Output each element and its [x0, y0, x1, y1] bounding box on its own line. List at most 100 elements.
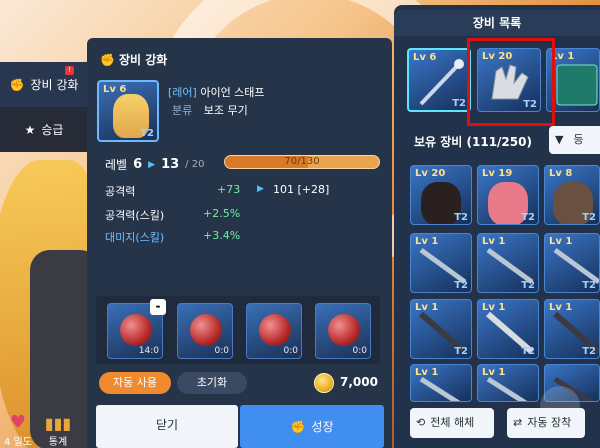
close-button[interactable]: 닫기 [96, 405, 238, 448]
item-level: Lv 1 [415, 367, 439, 378]
item-category: 분류 보조 무기 [172, 102, 248, 118]
fist-icon: ✊ [290, 419, 306, 434]
selected-item-thumbnail: Lv 6 T2 [97, 80, 159, 142]
equipment-slot[interactable]: Lv 19 T2 [477, 165, 539, 225]
item-tier: T2 [140, 128, 154, 139]
arrow-right-icon: ▶ [148, 159, 156, 170]
remove-material-button[interactable]: - [150, 299, 166, 315]
item-tier: T2 [454, 346, 468, 357]
selection-highlight-box [467, 38, 555, 126]
stat-row-attack: 공격력 +73 ▶ 101 [+28] [105, 183, 385, 198]
enhance-orb-icon [190, 314, 222, 346]
material-count: 0:0 [214, 346, 229, 356]
dismantle-all-button[interactable]: ⟲ 전체 해체 [410, 408, 494, 438]
notification-badge: ! [65, 66, 74, 75]
level-label: 레벨 [105, 158, 128, 172]
side-nav-label: 승급 [41, 123, 64, 137]
sort-label: 등 [573, 133, 584, 146]
side-nav-item-enhance[interactable]: ✊ 장비 강화 ! [0, 62, 88, 107]
stat-label: 공격력(스킬) [105, 209, 165, 222]
dismantle-all-label: 전체 해체 [430, 416, 475, 429]
stats-button[interactable]: ▮▮▮ 통계 [40, 414, 76, 448]
panel-title: ✊ 장비 강화 [100, 51, 167, 68]
item-name: [레어] 아이언 스태프 [168, 84, 265, 100]
level-current: 6 [133, 157, 143, 172]
item-tier: T2 [521, 212, 535, 223]
gold-coin-icon [314, 373, 334, 393]
equipment-slot[interactable]: Lv 1 T2 [410, 233, 472, 293]
item-tier: T2 [521, 280, 535, 291]
item-tier: T2 [582, 212, 596, 223]
chevron-down-icon: ▼ [555, 133, 564, 146]
panel-title-text: 장비 강화 [118, 53, 168, 67]
enhance-orb-icon [120, 314, 152, 346]
item-tier: T2 [452, 98, 466, 109]
auto-equip-button[interactable]: ⇄ 자동 장착 [507, 408, 585, 438]
xp-bar: 70/130 [224, 155, 380, 169]
side-nav-label: 장비 강화 [30, 78, 79, 92]
equipment-list-title: 장비 목록 [394, 10, 600, 36]
auto-use-button[interactable]: 자동 사용 [99, 372, 171, 394]
equipment-slot[interactable]: Lv 8 T2 [544, 165, 600, 225]
enhance-orb-icon [259, 314, 291, 346]
density-label: 4 밀도 [4, 437, 32, 448]
enhance-cost: 7,000 [340, 375, 378, 389]
grow-button[interactable]: ✊ 성장 [240, 405, 384, 448]
fist-icon: ✊ [9, 77, 25, 92]
stats-label: 통계 [48, 437, 68, 448]
item-level: Lv 8 [549, 168, 573, 179]
auto-equip-label: 자동 장착 [527, 416, 572, 429]
reset-button[interactable]: 초기화 [177, 372, 247, 394]
equipment-slot[interactable]: Lv 1 T2 [477, 299, 539, 359]
grow-button-label: 성장 [311, 419, 334, 434]
stat-row-skill-damage: 대미지(스킬) +3.4% [105, 229, 385, 244]
item-category-label: 분류 [172, 104, 193, 117]
material-count: 14:0 [138, 346, 159, 356]
stat-delta: +73 [217, 183, 241, 196]
star-icon: ★ [24, 122, 36, 137]
material-slot[interactable]: 0:0 [177, 303, 233, 359]
item-level: Lv 6 [103, 84, 127, 95]
item-level: Lv 1 [415, 236, 439, 247]
stat-result: 101 [+28] [273, 183, 330, 196]
item-level: Lv 1 [482, 236, 506, 247]
equipment-slot[interactable]: Lv 20 T2 [410, 165, 472, 225]
fist-icon: ✊ [100, 52, 115, 67]
sort-dropdown[interactable]: ▼ 등 [549, 126, 600, 154]
item-level: Lv 6 [413, 52, 437, 63]
recycle-icon: ⟲ [416, 416, 426, 429]
item-level: Lv 1 [415, 302, 439, 313]
equipment-slot[interactable]: Lv 1 T2 [544, 299, 600, 359]
equipment-slot[interactable]: Lv 1 T2 [544, 233, 600, 293]
item-level: Lv 19 [482, 168, 513, 179]
item-level: Lv 1 [482, 367, 506, 378]
equipment-slot[interactable]: Lv 1 T2 [410, 299, 472, 359]
stat-delta: +2.5% [203, 207, 241, 220]
item-level: Lv 20 [415, 168, 446, 179]
equip-icon: ⇄ [513, 416, 523, 429]
equipment-slot[interactable]: Lv 1 [410, 364, 472, 402]
density-button[interactable]: ♥ 4 밀도 [0, 412, 36, 448]
equipped-slot-staff[interactable]: Lv 6 T2 [407, 48, 471, 112]
equipment-slot[interactable]: Lv 1 T2 [477, 233, 539, 293]
material-slot[interactable]: 0:0 [246, 303, 302, 359]
item-tier: T2 [454, 280, 468, 291]
arrow-right-icon: ▶ [257, 184, 264, 194]
side-nav-item-promotion[interactable]: ★ 승급 [0, 107, 88, 152]
item-category-value: 보조 무기 [203, 104, 248, 117]
item-level: Lv 1 [549, 302, 573, 313]
bar-chart-icon: ▮▮▮ [44, 414, 72, 433]
stat-label: 공격력 [105, 185, 136, 198]
item-tier: T2 [582, 346, 596, 357]
item-rarity: [레어] [168, 86, 197, 99]
material-slot[interactable]: 0:0 [315, 303, 371, 359]
item-level: Lv 1 [549, 236, 573, 247]
bottom-left-icons: ♥ 4 밀도 ▮▮▮ 통계 [0, 398, 88, 448]
level-next: 13 [161, 157, 180, 172]
material-count: 0:0 [283, 346, 298, 356]
stat-delta: +3.4% [203, 229, 241, 242]
item-tier: T2 [521, 346, 535, 357]
stat-row-skill-attack: 공격력(스킬) +2.5% [105, 207, 385, 222]
equipment-slot[interactable]: Lv 1 [477, 364, 539, 402]
item-tier: T2 [454, 212, 468, 223]
